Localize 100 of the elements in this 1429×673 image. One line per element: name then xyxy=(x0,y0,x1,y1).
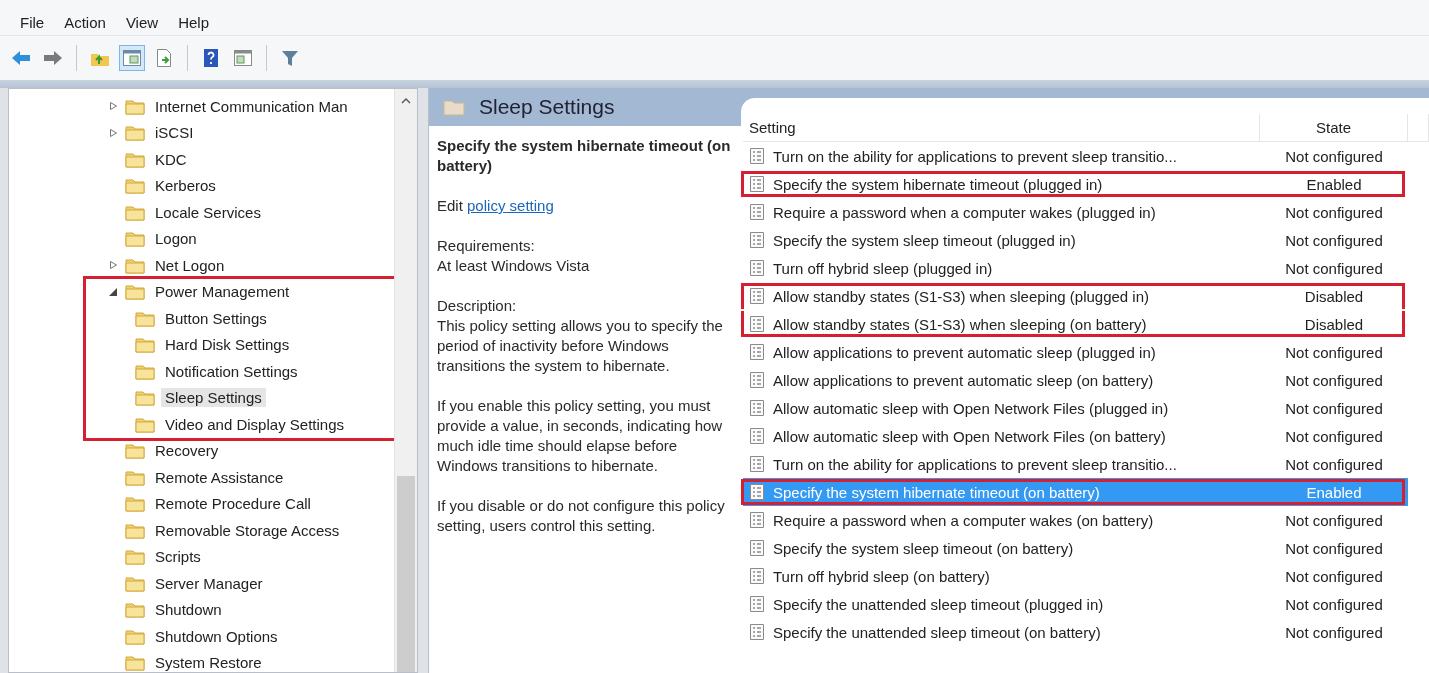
setting-name: Allow automatic sleep with Open Network Files (on battery) xyxy=(773,427,1166,445)
policy-icon xyxy=(749,623,765,641)
tree-item[interactable]: Sleep Settings xyxy=(161,388,266,408)
state-value: Not configured xyxy=(1284,455,1384,473)
folder-icon xyxy=(125,150,145,168)
folder-icon xyxy=(135,362,155,380)
collapsed-arrow-icon[interactable] xyxy=(108,101,118,112)
state-value: Not configured xyxy=(1284,259,1384,277)
pane-window-button[interactable] xyxy=(119,45,145,71)
tree-item[interactable]: Removable Storage Access xyxy=(151,520,344,540)
setting-name: Allow applications to prevent automatic sleep (on battery) xyxy=(773,371,1154,389)
state-value: Enabled xyxy=(1260,478,1408,506)
tree-item[interactable]: Scripts xyxy=(151,547,205,567)
scrollbar[interactable] xyxy=(394,89,417,672)
tree-item[interactable]: Hard Disk Settings xyxy=(161,335,294,355)
policy-icon xyxy=(749,595,765,613)
tree-item[interactable]: Net Logon xyxy=(151,255,229,275)
policy-icon xyxy=(749,511,765,529)
folder-icon xyxy=(125,574,145,592)
tree-item[interactable]: Kerberos xyxy=(151,176,220,196)
setting-name: Specify the system sleep timeout (plugged in) xyxy=(773,231,1076,249)
tree-item[interactable]: Locale Services xyxy=(151,202,265,222)
menu-item[interactable]: Action xyxy=(58,14,116,31)
state-value: Enabled xyxy=(1305,175,1363,193)
menu-item[interactable]: File xyxy=(14,14,55,31)
folder-icon xyxy=(125,256,145,274)
tree-item[interactable]: Video and Display Settings xyxy=(161,414,348,434)
folder-icon xyxy=(443,98,465,116)
setting-name: Turn off hybrid sleep (plugged in) xyxy=(773,259,993,277)
state-value: Not configured xyxy=(1284,147,1384,165)
requirements-label: Requirements: xyxy=(437,236,536,256)
pane-title: Sleep Settings xyxy=(479,95,615,119)
state-value: Disabled xyxy=(1303,315,1365,333)
folder-icon xyxy=(125,203,145,221)
policy-setting-link[interactable]: policy setting xyxy=(467,197,554,214)
folder-icon xyxy=(125,283,145,301)
folder-icon xyxy=(125,654,145,672)
state-value: Not configured xyxy=(1284,399,1384,417)
folder-icon xyxy=(125,601,145,619)
state-value: Not configured xyxy=(1284,567,1384,585)
state-value: Not configured xyxy=(1284,595,1384,613)
tree-item[interactable]: System Restore xyxy=(151,653,266,672)
policy-icon xyxy=(749,175,765,193)
tree-item[interactable]: Notification Settings xyxy=(161,361,302,381)
setting-name: Specify the system hibernate timeout (plugged in) xyxy=(773,175,1103,193)
state-value: Disabled xyxy=(1303,287,1365,305)
requirements-text: At least Windows Vista xyxy=(437,256,591,276)
tree-item[interactable]: Recovery xyxy=(151,441,223,461)
tree-item[interactable]: Remote Assistance xyxy=(151,467,288,487)
description-paragraph: This policy setting allows you to specify the period of inactivity before Windows transitions the system to hibernate. xyxy=(437,316,724,376)
setting-name: Specify the unattended sleep timeout (on battery) xyxy=(773,623,1101,641)
scrollbar-thumb[interactable] xyxy=(397,476,415,672)
folder-icon xyxy=(135,389,155,407)
tree-item[interactable]: Remote Procedure Call xyxy=(151,494,315,514)
column-header[interactable]: Setting xyxy=(743,114,1260,141)
folder-icon xyxy=(125,442,145,460)
tree-item[interactable]: iSCSI xyxy=(151,123,198,143)
help-icon xyxy=(201,48,221,68)
setting-name: Allow standby states (S1-S3) when sleeping (plugged in) xyxy=(773,287,1150,305)
folder-icon xyxy=(125,548,145,566)
tree-item[interactable]: Logon xyxy=(151,229,201,249)
policy-icon xyxy=(749,455,765,473)
setting-name: Allow automatic sleep with Open Network Files (plugged in) xyxy=(773,399,1169,417)
tree-item[interactable]: Internet Communication Man xyxy=(151,96,352,116)
policy-icon xyxy=(749,343,765,361)
menu-item[interactable]: View xyxy=(119,14,169,31)
tree-item[interactable]: KDC xyxy=(151,149,191,169)
policy-icon xyxy=(749,371,765,389)
folder-icon xyxy=(125,521,145,539)
export-icon xyxy=(154,48,174,68)
setting-name: Require a password when a computer wakes (plugged in) xyxy=(773,203,1156,221)
policy-icon xyxy=(749,399,765,417)
setting-name: Allow standby states (S1-S3) when sleeping (on battery) xyxy=(773,315,1147,333)
state-value: Not configured xyxy=(1284,371,1384,389)
expanded-arrow-icon[interactable] xyxy=(108,286,118,297)
menu-item[interactable]: Help xyxy=(172,14,219,31)
setting-name: Turn on the ability for applications to prevent sleep transitio... xyxy=(773,455,1177,473)
tree-item[interactable]: Power Management xyxy=(151,282,294,302)
tree-item[interactable]: Server Manager xyxy=(151,573,267,593)
description-paragraph: If you disable or do not configure this policy setting, users control this setting. xyxy=(437,496,726,536)
policy-icon xyxy=(749,287,765,305)
folder-icon xyxy=(125,627,145,645)
policy-icon xyxy=(749,231,765,249)
tree-item[interactable]: Shutdown Options xyxy=(151,626,282,646)
folder-icon xyxy=(125,97,145,115)
collapsed-arrow-icon[interactable] xyxy=(108,260,118,271)
folder-icon xyxy=(135,309,155,327)
tree-item[interactable]: Button Settings xyxy=(161,308,271,328)
column-header[interactable]: State xyxy=(1260,114,1408,141)
description-label: Description: xyxy=(437,296,518,316)
setting-name: Require a password when a computer wakes (on battery) xyxy=(773,511,1154,529)
state-value: Not configured xyxy=(1284,343,1384,361)
tree-item[interactable]: Shutdown xyxy=(151,600,226,620)
policy-icon xyxy=(749,567,765,585)
state-value: Not configured xyxy=(1284,539,1384,557)
scroll-up-icon[interactable] xyxy=(401,96,411,104)
setting-name: Turn off hybrid sleep (on battery) xyxy=(773,567,990,585)
policy-icon xyxy=(749,259,765,277)
collapsed-arrow-icon[interactable] xyxy=(108,127,118,138)
properties-pane-icon xyxy=(233,48,253,68)
